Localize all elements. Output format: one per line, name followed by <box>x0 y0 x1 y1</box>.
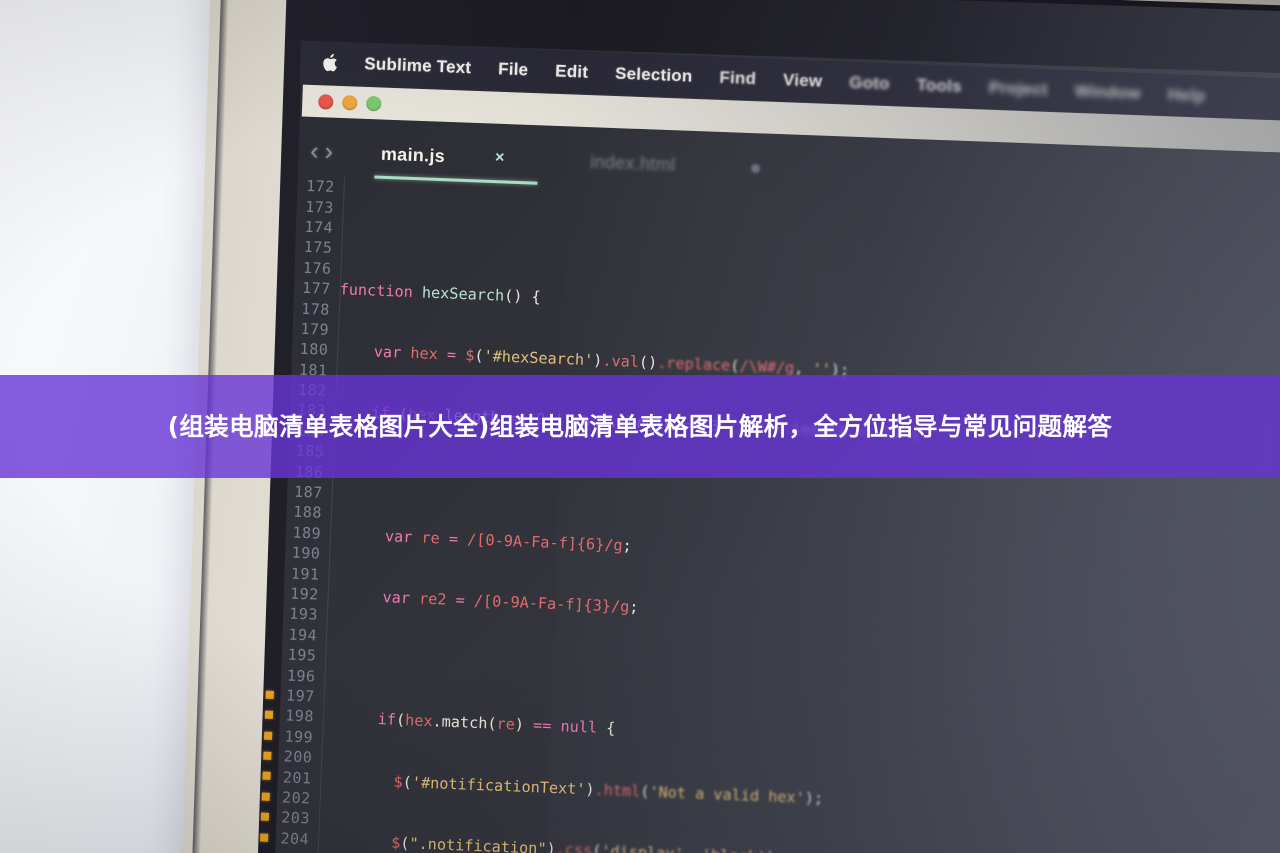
gutter-line: 202 <box>257 786 320 809</box>
gutter-line: 174 <box>280 216 343 239</box>
gutter-line: 189 <box>268 521 331 544</box>
gutter-line: 200 <box>259 745 322 768</box>
gutter-line: 204 <box>256 827 319 850</box>
line-number: 179 <box>300 319 330 339</box>
menu-item-project[interactable]: Project <box>988 78 1048 100</box>
apple-logo-icon[interactable] <box>322 53 338 72</box>
window-zoom-button[interactable] <box>366 95 382 111</box>
bookmark-marker-icon <box>264 710 274 720</box>
line-number: 194 <box>288 625 318 645</box>
title-overlay-banner: (组装电脑清单表格图片大全)组装电脑清单表格图片解析，全方位指导与常见问题解答 <box>0 375 1280 478</box>
menu-item-find[interactable]: Find <box>719 68 756 89</box>
gutter-line: 203 <box>257 806 320 829</box>
bookmark-marker-icon <box>263 731 273 740</box>
line-number: 200 <box>283 747 313 767</box>
tab-label: main.js <box>380 143 446 166</box>
tab-index-html[interactable]: index.html <box>576 151 690 176</box>
nav-forward-icon[interactable]: › <box>324 137 333 166</box>
gutter-line: 194 <box>264 623 327 646</box>
gutter-line: 195 <box>263 643 326 666</box>
menu-item-help[interactable]: Help <box>1167 85 1205 106</box>
gutter-line: 190 <box>267 542 330 565</box>
gutter-line: 193 <box>265 603 328 626</box>
line-number: 176 <box>302 258 332 278</box>
bookmark-marker-icon <box>261 792 270 801</box>
line-number: 204 <box>280 829 310 849</box>
gutter-line: 180 <box>275 338 338 361</box>
gutter-line: 178 <box>277 297 340 320</box>
code-line: $('#notificationText').html('Not a valid… <box>393 772 824 808</box>
menu-item-sublime-text[interactable]: Sublime Text <box>364 54 472 78</box>
line-number: 203 <box>280 808 311 828</box>
code-line: $(".notification").css('display', 'block… <box>390 833 785 853</box>
line-number: 175 <box>303 238 333 258</box>
gutter-line: 187 <box>269 480 332 503</box>
gutter-line: 188 <box>269 501 332 524</box>
nav-back-icon[interactable]: ‹ <box>310 137 319 166</box>
line-number: 174 <box>304 217 334 237</box>
gutter-line: 172 <box>281 175 344 198</box>
menu-item-file[interactable]: File <box>498 59 529 80</box>
line-number: 190 <box>291 543 321 563</box>
tab-modified-indicator-icon <box>751 163 761 173</box>
line-number: 187 <box>293 482 324 502</box>
tab-main-js[interactable]: main.js × <box>367 143 519 170</box>
line-number: 177 <box>301 278 332 299</box>
bookmark-marker-icon <box>262 771 271 781</box>
line-number: 172 <box>305 177 336 197</box>
menu-item-tools[interactable]: Tools <box>916 75 962 97</box>
gutter-line: 192 <box>265 582 328 605</box>
bookmark-marker-icon <box>263 751 272 760</box>
editor-code-area[interactable]: 172 173 174 175 176 177 178 179 180 181 … <box>254 174 1280 853</box>
code-line: var re = /[0-9A-Fa-f]{6}/g; <box>384 527 633 555</box>
window-close-button[interactable] <box>318 93 334 110</box>
menu-item-selection[interactable]: Selection <box>615 64 693 87</box>
code-line: var re2 = /[0-9A-Fa-f]{3}/g; <box>382 588 639 617</box>
menu-item-edit[interactable]: Edit <box>555 61 589 82</box>
line-number: 189 <box>292 523 322 543</box>
window-minimize-button[interactable] <box>342 94 358 111</box>
line-number: 192 <box>289 584 320 604</box>
bookmark-marker-icon <box>260 812 270 821</box>
code-line: function hexSearch() { <box>339 280 542 307</box>
line-number: 193 <box>288 604 319 624</box>
gutter-line: 191 <box>266 562 329 585</box>
gutter-line: 199 <box>260 725 323 748</box>
line-number: 199 <box>284 727 314 747</box>
line-number: 178 <box>300 299 331 319</box>
gutter-line: 198 <box>261 705 324 728</box>
bookmark-marker-icon <box>259 833 269 842</box>
gutter-line: 179 <box>276 317 339 340</box>
gutter-line: 197 <box>261 684 324 707</box>
menu-item-goto[interactable]: Goto <box>849 73 890 95</box>
source-code[interactable]: function hexSearch() { var hex = $('#hex… <box>317 177 1280 853</box>
line-number: 197 <box>285 686 316 706</box>
line-number: 191 <box>290 564 320 584</box>
menu-item-view[interactable]: View <box>783 70 823 91</box>
line-number: 201 <box>282 767 312 787</box>
screenshot-root: Sublime Text File Edit Selection Find Vi… <box>0 0 1280 853</box>
gutter-line: 175 <box>279 236 342 259</box>
gutter-line: 201 <box>258 766 321 789</box>
tab-close-icon[interactable]: × <box>495 149 505 167</box>
line-number: 196 <box>286 666 316 686</box>
line-number: 202 <box>281 788 312 808</box>
menu-item-window[interactable]: Window <box>1074 81 1141 104</box>
gutter-line: 196 <box>262 664 325 687</box>
tab-label: index.html <box>589 151 676 175</box>
banner-title: (组装电脑清单表格图片大全)组装电脑清单表格图片解析，全方位指导与常见问题解答 <box>167 411 1113 441</box>
line-number: 180 <box>299 340 329 360</box>
gutter-line: 177 <box>277 277 340 300</box>
gutter-line: 173 <box>281 195 344 218</box>
gutter-line: 176 <box>278 256 341 279</box>
line-number: 195 <box>287 645 317 665</box>
line-number: 173 <box>304 197 335 217</box>
line-number: 198 <box>284 706 315 726</box>
line-number: 188 <box>292 503 323 523</box>
code-line: if(hex.match(re) == null { <box>377 710 616 738</box>
bookmark-marker-icon <box>265 690 274 699</box>
